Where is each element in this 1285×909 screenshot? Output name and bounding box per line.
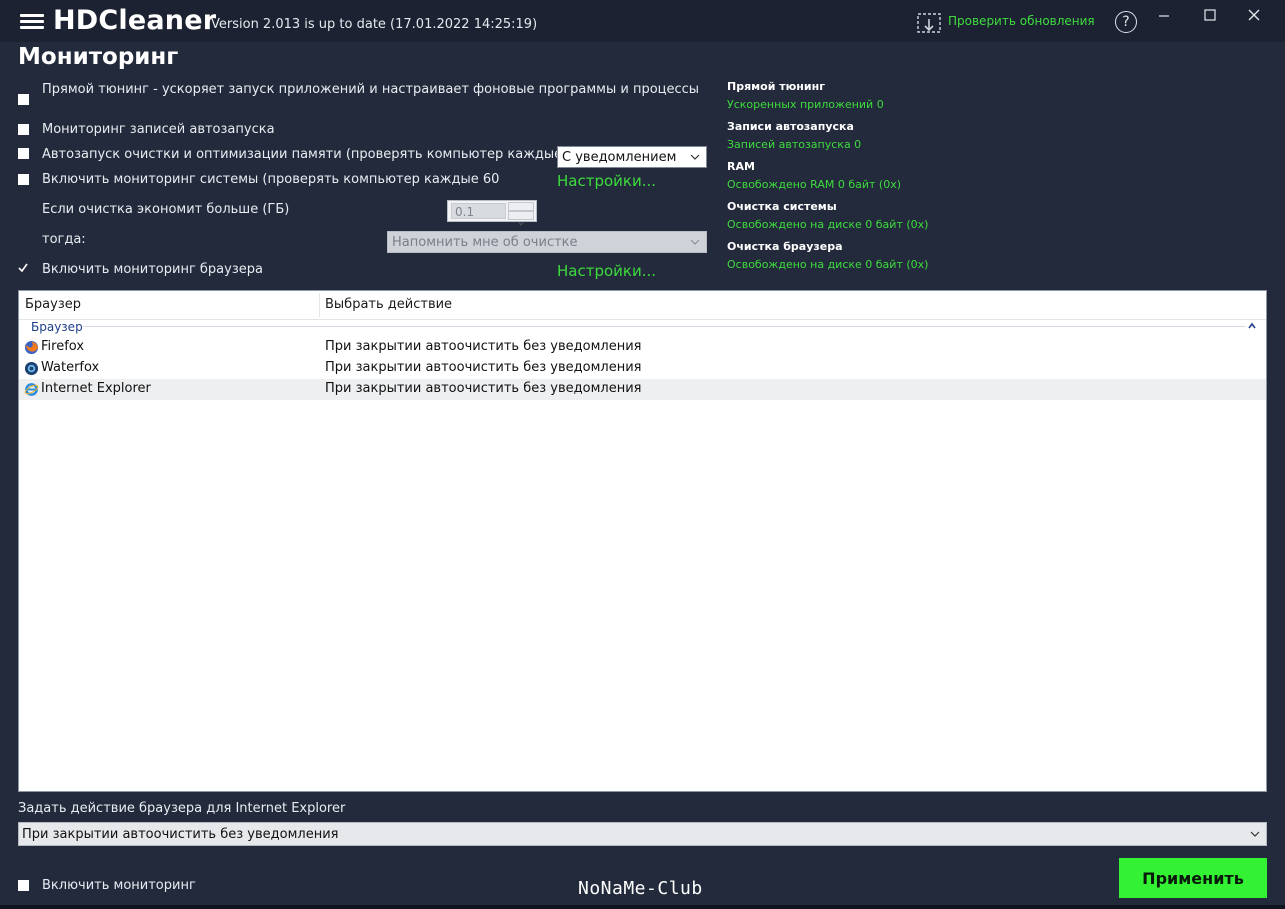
chevron-down-icon bbox=[518, 221, 524, 226]
browser-list[interactable]: Браузер Выбрать действие Браузер Firefox… bbox=[18, 290, 1267, 792]
enable-monitoring-label: Включить мониторинг bbox=[42, 878, 196, 893]
direct-tuning-label: Прямой тюнинг - ускоряет запуск приложен… bbox=[42, 82, 700, 97]
title-bar: HDCleaner Version 2.013 is up to date (1… bbox=[0, 0, 1285, 42]
version-status: Version 2.013 is up to date (17.01.2022 … bbox=[211, 17, 538, 32]
threshold-input[interactable]: 0.1 bbox=[451, 203, 506, 219]
stat-value-direct-tuning: Ускоренных приложений 0 bbox=[727, 98, 884, 111]
waterfox-icon bbox=[24, 361, 39, 376]
stat-title-direct-tuning: Прямой тюнинг bbox=[727, 80, 825, 93]
stepper-up-button[interactable] bbox=[508, 202, 534, 217]
system-settings-link[interactable]: Настройки... bbox=[557, 172, 656, 190]
stat-value-ram: Освобождено RAM 0 байт (0x) bbox=[727, 178, 902, 191]
minimize-icon[interactable] bbox=[1144, 4, 1184, 30]
chevron-down-icon bbox=[1250, 831, 1260, 837]
threshold-label: Если очистка экономит больше (ГБ) bbox=[42, 202, 290, 217]
stat-title-ram: RAM bbox=[727, 160, 755, 173]
group-header-browser[interactable]: Браузер bbox=[31, 320, 83, 334]
collapse-group-icon[interactable] bbox=[1247, 322, 1257, 330]
notify-mode-select[interactable]: С уведомлением bbox=[557, 146, 707, 168]
direct-tuning-checkbox[interactable] bbox=[18, 94, 29, 105]
browser-action-value: При закрытии автоочистить без уведомлени… bbox=[22, 827, 339, 842]
stepper-down-button[interactable] bbox=[508, 211, 534, 226]
stat-title-system-cleanup: Очистка системы bbox=[727, 200, 837, 213]
help-button[interactable]: ? bbox=[1115, 11, 1137, 33]
then-action-value: Напомнить мне об очистке bbox=[392, 235, 578, 250]
autorun-memory-checkbox[interactable] bbox=[18, 148, 29, 159]
column-header-action[interactable]: Выбрать действие bbox=[325, 297, 452, 312]
browser-settings-link[interactable]: Настройки... bbox=[557, 262, 656, 280]
menu-icon[interactable] bbox=[20, 14, 44, 30]
group-divider bbox=[83, 326, 1246, 327]
then-action-select[interactable]: Напомнить мне об очистке bbox=[387, 231, 707, 253]
list-item-waterfox[interactable]: Waterfox При закрытии автоочистить без у… bbox=[19, 358, 1266, 379]
browser-action-label: Задать действие браузера для Internet Ex… bbox=[18, 801, 346, 816]
watermark: NoNaMe-Club bbox=[578, 878, 703, 899]
stat-value-browser-cleanup: Освобождено на диске 0 байт (0x) bbox=[727, 258, 929, 271]
browser-monitoring-label: Включить мониторинг браузера bbox=[42, 262, 263, 277]
app-title: HDCleaner bbox=[53, 5, 217, 36]
close-icon[interactable] bbox=[1234, 4, 1274, 30]
stat-value-autostart: Записей автозапуска 0 bbox=[727, 138, 862, 151]
threshold-stepper[interactable]: 0.1 bbox=[447, 200, 537, 226]
enable-monitoring-checkbox[interactable] bbox=[18, 880, 29, 891]
firefox-icon bbox=[24, 340, 39, 355]
apply-button[interactable]: Применить bbox=[1119, 858, 1267, 898]
browser-monitoring-checkbox[interactable] bbox=[17, 262, 29, 274]
system-monitoring-label: Включить мониторинг системы (проверять к… bbox=[42, 172, 500, 187]
column-divider[interactable] bbox=[319, 293, 320, 317]
download-update-icon[interactable] bbox=[916, 12, 942, 36]
list-header: Браузер Выбрать действие bbox=[19, 291, 1266, 320]
browser-action: При закрытии автоочистить без уведомлени… bbox=[325, 339, 642, 354]
stat-value-system-cleanup: Освобождено на диске 0 байт (0x) bbox=[727, 218, 929, 231]
chevron-down-icon bbox=[690, 154, 700, 160]
page-title: Мониторинг bbox=[18, 44, 179, 70]
system-monitoring-checkbox[interactable] bbox=[18, 174, 29, 185]
browser-name: Internet Explorer bbox=[41, 381, 151, 396]
autorun-memory-label: Автозапуск очистки и оптимизации памяти … bbox=[42, 147, 623, 162]
list-item-firefox[interactable]: Firefox При закрытии автоочистить без ув… bbox=[19, 337, 1266, 358]
stat-title-browser-cleanup: Очистка браузера bbox=[727, 240, 843, 253]
autostart-monitoring-checkbox[interactable] bbox=[18, 124, 29, 135]
then-label: тогда: bbox=[42, 232, 86, 247]
browser-name: Waterfox bbox=[41, 360, 100, 375]
browser-action: При закрытии автоочистить без уведомлени… bbox=[325, 381, 642, 396]
check-updates-link[interactable]: Проверить обновления bbox=[948, 14, 1095, 28]
app-window: HDCleaner Version 2.013 is up to date (1… bbox=[0, 0, 1285, 909]
autostart-monitoring-label: Мониторинг записей автозапуска bbox=[42, 122, 275, 137]
window-bottom-edge bbox=[0, 905, 1285, 909]
chevron-down-icon bbox=[690, 239, 700, 245]
browser-action-select[interactable]: При закрытии автоочистить без уведомлени… bbox=[18, 822, 1267, 846]
maximize-icon[interactable] bbox=[1190, 4, 1230, 30]
notify-mode-value: С уведомлением bbox=[562, 150, 677, 165]
browser-action: При закрытии автоочистить без уведомлени… bbox=[325, 360, 642, 375]
list-item-internet-explorer[interactable]: Internet Explorer При закрытии автоочист… bbox=[19, 379, 1266, 400]
internet-explorer-icon bbox=[24, 383, 39, 396]
column-header-browser[interactable]: Браузер bbox=[25, 297, 81, 312]
stat-title-autostart: Записи автозапуска bbox=[727, 120, 854, 133]
browser-name: Firefox bbox=[41, 339, 85, 354]
